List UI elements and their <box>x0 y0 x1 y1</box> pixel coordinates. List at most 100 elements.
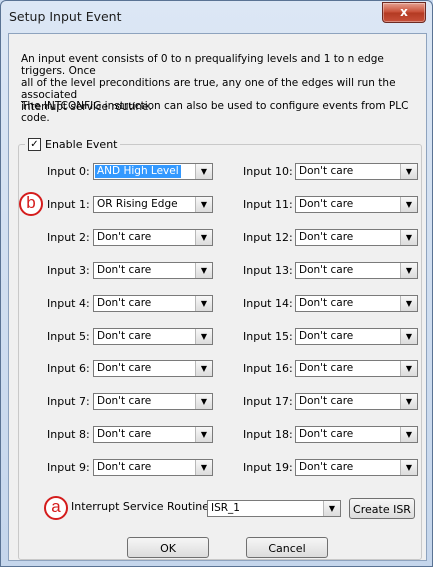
input-7-label: Input 7: <box>47 395 90 408</box>
input-18-value: Don't care <box>299 428 354 440</box>
input-6-label: Input 6: <box>47 362 90 375</box>
input-17-value: Don't care <box>299 395 354 407</box>
ok-button[interactable]: OK <box>127 537 209 558</box>
input-16-value: Don't care <box>299 362 354 374</box>
input-1-label: Input 1: <box>47 198 90 211</box>
input-8-label: Input 8: <box>47 428 90 441</box>
input-4-label: Input 4: <box>47 297 90 310</box>
chevron-down-icon[interactable]: ▼ <box>195 164 212 179</box>
chevron-down-icon[interactable]: ▼ <box>400 263 417 278</box>
input-3-label: Input 3: <box>47 264 90 277</box>
input-14-label: Input 14: <box>243 297 293 310</box>
input-10-dropdown[interactable]: Don't care ▼ <box>295 163 418 180</box>
input-11-dropdown[interactable]: Don't care ▼ <box>295 196 418 213</box>
input-4-dropdown[interactable]: Don't care ▼ <box>93 295 213 312</box>
input-18-label: Input 18: <box>243 428 293 441</box>
chevron-down-icon[interactable]: ▼ <box>400 394 417 409</box>
isr-value: ISR_1 <box>211 502 240 514</box>
input-2-value: Don't care <box>97 231 152 243</box>
chevron-down-icon[interactable]: ▼ <box>400 329 417 344</box>
chevron-down-icon[interactable]: ▼ <box>195 263 212 278</box>
input-6-value: Don't care <box>97 362 152 374</box>
input-18-dropdown[interactable]: Don't care ▼ <box>295 426 418 443</box>
input-0-dropdown[interactable]: AND High Level ▼ <box>93 163 213 180</box>
input-17-dropdown[interactable]: Don't care ▼ <box>295 393 418 410</box>
input-5-label: Input 5: <box>47 330 90 343</box>
input-12-label: Input 12: <box>243 231 293 244</box>
chevron-down-icon[interactable]: ▼ <box>400 164 417 179</box>
isr-dropdown[interactable]: ISR_1 ▼ <box>207 500 341 517</box>
input-19-value: Don't care <box>299 461 354 473</box>
create-isr-button[interactable]: Create ISR <box>349 498 415 519</box>
input-12-dropdown[interactable]: Don't care ▼ <box>295 229 418 246</box>
input-3-value: Don't care <box>97 264 152 276</box>
input-9-value: Don't care <box>97 461 152 473</box>
title-bar: Setup Input Event x <box>1 1 432 33</box>
chevron-down-icon[interactable]: ▼ <box>195 296 212 311</box>
input-8-dropdown[interactable]: Don't care ▼ <box>93 426 213 443</box>
input-0-label: Input 0: <box>47 165 90 178</box>
input-12-value: Don't care <box>299 231 354 243</box>
input-1-dropdown[interactable]: OR Rising Edge ▼ <box>93 196 213 213</box>
input-14-value: Don't care <box>299 297 354 309</box>
input-5-value: Don't care <box>97 330 152 342</box>
input-3-dropdown[interactable]: Don't care ▼ <box>93 262 213 279</box>
enable-event-checkbox[interactable]: ✓ Enable Event <box>25 138 121 151</box>
isr-label: Interrupt Service Routine: <box>71 500 213 513</box>
input-1-value: OR Rising Edge <box>97 198 178 210</box>
chevron-down-icon[interactable]: ▼ <box>195 460 212 475</box>
input-19-label: Input 19: <box>243 461 293 474</box>
check-icon[interactable]: ✓ <box>28 138 41 151</box>
enable-event-label: Enable Event <box>45 138 118 151</box>
input-11-label: Input 11: <box>243 198 293 211</box>
input-2-label: Input 2: <box>47 231 90 244</box>
input-7-value: Don't care <box>97 395 152 407</box>
input-11-value: Don't care <box>299 198 354 210</box>
input-8-value: Don't care <box>97 428 152 440</box>
input-19-dropdown[interactable]: Don't care ▼ <box>295 459 418 476</box>
intconfig-note: The INTCONFIG instruction can also be us… <box>21 100 409 124</box>
close-icon: x <box>400 5 408 19</box>
chevron-down-icon[interactable]: ▼ <box>195 329 212 344</box>
dialog-client-area: An input event consists of 0 to n prequa… <box>8 33 427 561</box>
input-13-value: Don't care <box>299 264 354 276</box>
chevron-down-icon[interactable]: ▼ <box>195 427 212 442</box>
description-line: all of the level preconditions are true,… <box>21 77 396 101</box>
chevron-down-icon[interactable]: ▼ <box>400 460 417 475</box>
input-9-dropdown[interactable]: Don't care ▼ <box>93 459 213 476</box>
input-5-dropdown[interactable]: Don't care ▼ <box>93 328 213 345</box>
input-17-label: Input 17: <box>243 395 293 408</box>
input-4-value: Don't care <box>97 297 152 309</box>
input-13-label: Input 13: <box>243 264 293 277</box>
input-10-label: Input 10: <box>243 165 293 178</box>
input-7-dropdown[interactable]: Don't care ▼ <box>93 393 213 410</box>
chevron-down-icon[interactable]: ▼ <box>400 197 417 212</box>
input-6-dropdown[interactable]: Don't care ▼ <box>93 360 213 377</box>
chevron-down-icon[interactable]: ▼ <box>195 394 212 409</box>
chevron-down-icon[interactable]: ▼ <box>323 501 340 516</box>
chevron-down-icon[interactable]: ▼ <box>400 296 417 311</box>
chevron-down-icon[interactable]: ▼ <box>400 427 417 442</box>
input-0-value: AND High Level <box>95 165 181 178</box>
input-2-dropdown[interactable]: Don't care ▼ <box>93 229 213 246</box>
cancel-button[interactable]: Cancel <box>246 537 328 558</box>
window-title: Setup Input Event <box>9 9 122 24</box>
chevron-down-icon[interactable]: ▼ <box>400 230 417 245</box>
input-14-dropdown[interactable]: Don't care ▼ <box>295 295 418 312</box>
input-15-value: Don't care <box>299 330 354 342</box>
chevron-down-icon[interactable]: ▼ <box>195 230 212 245</box>
setup-input-event-dialog: Setup Input Event x An input event consi… <box>0 0 433 567</box>
description-line: An input event consists of 0 to n prequa… <box>21 53 384 77</box>
input-15-label: Input 15: <box>243 330 293 343</box>
input-10-value: Don't care <box>299 165 354 177</box>
input-16-dropdown[interactable]: Don't care ▼ <box>295 360 418 377</box>
close-button[interactable]: x <box>382 2 426 23</box>
callout-b: b <box>19 192 43 216</box>
chevron-down-icon[interactable]: ▼ <box>195 361 212 376</box>
input-15-dropdown[interactable]: Don't care ▼ <box>295 328 418 345</box>
input-13-dropdown[interactable]: Don't care ▼ <box>295 262 418 279</box>
chevron-down-icon[interactable]: ▼ <box>195 197 212 212</box>
input-9-label: Input 9: <box>47 461 90 474</box>
chevron-down-icon[interactable]: ▼ <box>400 361 417 376</box>
input-16-label: Input 16: <box>243 362 293 375</box>
